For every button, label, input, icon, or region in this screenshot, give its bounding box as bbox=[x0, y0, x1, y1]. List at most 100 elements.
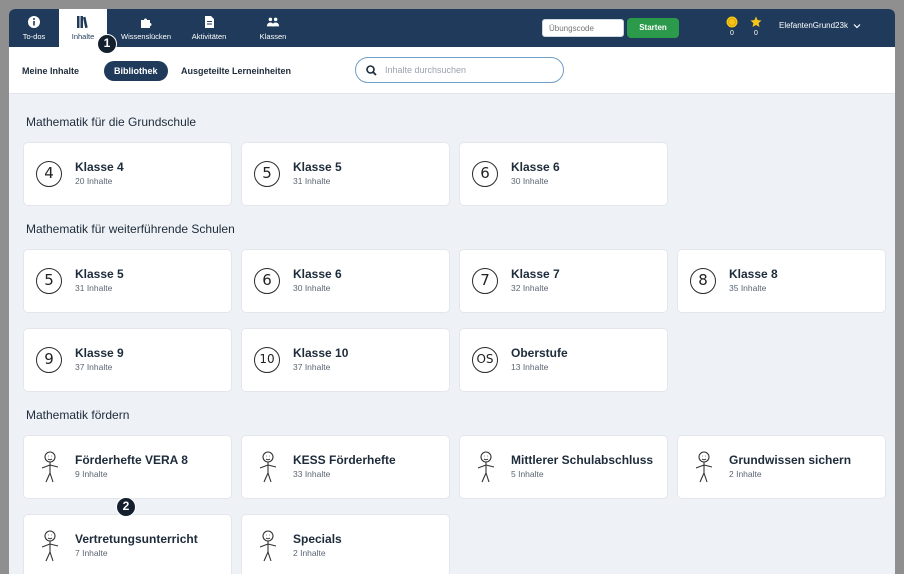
card-title: Klasse 4 bbox=[75, 160, 124, 174]
grade-badge: 9 bbox=[36, 347, 62, 373]
coins-counter: 0 bbox=[725, 16, 739, 37]
card-title: Mittlerer Schulabschluss bbox=[511, 453, 654, 467]
stick-figure-icon bbox=[259, 530, 277, 562]
search-placeholder: Inhalte durchsuchen bbox=[385, 65, 467, 75]
card-title: Klasse 5 bbox=[75, 267, 124, 281]
people-icon bbox=[266, 17, 280, 27]
nav-label: Inhalte bbox=[71, 32, 95, 41]
nav-label: Klassen bbox=[259, 32, 287, 41]
coins-value: 0 bbox=[730, 30, 734, 37]
grade-badge: 8 bbox=[690, 268, 716, 294]
card-title: Vertretungsunterricht bbox=[75, 532, 198, 546]
nav-wissensluecken[interactable]: Wissenslücken bbox=[113, 9, 179, 47]
nav-label: To-dos bbox=[22, 32, 46, 41]
card-count: 30 Inhalte bbox=[293, 283, 331, 293]
card-grundschule-klasse-6[interactable]: 6 Klasse 6 30 Inhalte bbox=[460, 143, 667, 205]
card-count: 37 Inhalte bbox=[293, 362, 331, 372]
exercise-code-input[interactable] bbox=[542, 19, 624, 37]
card-klasse-9[interactable]: 9 Klasse 9 37 Inhalte bbox=[24, 329, 231, 391]
card-count: 30 Inhalte bbox=[511, 176, 549, 186]
card-vertretungsunterricht[interactable]: Vertretungsunterricht 7 Inhalte bbox=[24, 515, 231, 574]
nav-klassen[interactable]: Klassen bbox=[249, 9, 297, 47]
card-oberstufe[interactable]: OS Oberstufe 13 Inhalte bbox=[460, 329, 667, 391]
card-count: 2 Inhalte bbox=[293, 548, 326, 558]
stars-value: 0 bbox=[754, 30, 758, 37]
card-grundschule-klasse-5[interactable]: 5 Klasse 5 31 Inhalte bbox=[242, 143, 449, 205]
nav-label: Aktivitäten bbox=[191, 32, 227, 41]
search-icon bbox=[366, 64, 377, 76]
card-count: 5 Inhalte bbox=[511, 469, 544, 479]
card-klasse-7[interactable]: 7 Klasse 7 32 Inhalte bbox=[460, 250, 667, 312]
card-count: 37 Inhalte bbox=[75, 362, 113, 372]
card-count: 33 Inhalte bbox=[293, 469, 331, 479]
nav-aktivitaeten[interactable]: Aktivitäten bbox=[185, 9, 233, 47]
card-title: Oberstufe bbox=[511, 346, 568, 360]
card-count: 35 Inhalte bbox=[729, 283, 767, 293]
stick-figure-icon bbox=[41, 530, 59, 562]
app-window: To-dos Inhalte Wissenslücken Aktivitäten… bbox=[9, 9, 895, 574]
document-icon bbox=[205, 16, 214, 28]
content-search-input[interactable]: Inhalte durchsuchen bbox=[355, 57, 564, 83]
section-title-grundschule: Mathematik für die Grundschule bbox=[26, 115, 197, 129]
card-grundschule-klasse-4[interactable]: 4 Klasse 4 20 Inhalte bbox=[24, 143, 231, 205]
card-count: 32 Inhalte bbox=[511, 283, 549, 293]
chevron-down-icon bbox=[853, 23, 861, 28]
card-title: Klasse 10 bbox=[293, 346, 349, 360]
card-count: 20 Inhalte bbox=[75, 176, 113, 186]
grade-badge: 4 bbox=[36, 161, 62, 187]
section-title-mathematik-foerdern: Mathematik fördern bbox=[26, 408, 130, 422]
card-title: Klasse 6 bbox=[293, 267, 342, 281]
tab-meine-inhalte[interactable]: Meine Inhalte bbox=[22, 61, 79, 81]
card-title: Klasse 8 bbox=[729, 267, 778, 281]
card-klasse-5[interactable]: 5 Klasse 5 31 Inhalte bbox=[24, 250, 231, 312]
stick-figure-icon bbox=[41, 451, 59, 483]
info-icon bbox=[28, 16, 40, 28]
card-title: Klasse 6 bbox=[511, 160, 560, 174]
card-klasse-10[interactable]: 10 Klasse 10 37 Inhalte bbox=[242, 329, 449, 391]
user-menu[interactable]: ElefantenGrund23k bbox=[779, 21, 861, 30]
card-title: Klasse 7 bbox=[511, 267, 560, 281]
star-icon bbox=[750, 16, 762, 27]
card-title: Förderhefte VERA 8 bbox=[75, 453, 188, 467]
grade-badge: 5 bbox=[36, 268, 62, 294]
tab-bibliothek[interactable]: Bibliothek bbox=[104, 61, 168, 81]
card-grundwissen-sichern[interactable]: Grundwissen sichern 2 Inhalte bbox=[678, 436, 885, 498]
card-count: 9 Inhalte bbox=[75, 469, 108, 479]
callout-badge-2: 2 bbox=[116, 497, 136, 517]
card-count: 31 Inhalte bbox=[293, 176, 331, 186]
card-klasse-6[interactable]: 6 Klasse 6 30 Inhalte bbox=[242, 250, 449, 312]
card-title: Klasse 5 bbox=[293, 160, 342, 174]
card-title: Klasse 9 bbox=[75, 346, 124, 360]
grade-badge: 7 bbox=[472, 268, 498, 294]
puzzle-icon bbox=[141, 18, 152, 28]
card-title: Grundwissen sichern bbox=[729, 453, 852, 467]
tab-ausgeteilte-lerneinheiten[interactable]: Ausgeteilte Lerneinheiten bbox=[181, 61, 291, 81]
card-count: 2 Inhalte bbox=[729, 469, 762, 479]
start-button[interactable]: Starten bbox=[627, 18, 679, 38]
grade-badge: 6 bbox=[472, 161, 498, 187]
top-navigation-bar: To-dos Inhalte Wissenslücken Aktivitäten… bbox=[9, 9, 895, 47]
card-klasse-8[interactable]: 8 Klasse 8 35 Inhalte bbox=[678, 250, 885, 312]
callout-badge-1: 1 bbox=[97, 34, 117, 54]
content-subnav: Meine Inhalte Bibliothek Ausgeteilte Ler… bbox=[9, 47, 895, 94]
card-kess-foerderhefte[interactable]: KESS Förderhefte 33 Inhalte bbox=[242, 436, 449, 498]
nav-todos[interactable]: To-dos bbox=[9, 9, 59, 47]
grade-badge: 6 bbox=[254, 268, 280, 294]
grade-badge: 10 bbox=[254, 347, 280, 373]
card-specials[interactable]: Specials 2 Inhalte bbox=[242, 515, 449, 574]
card-mittlerer-schulabschluss[interactable]: Mittlerer Schulabschluss 5 Inhalte bbox=[460, 436, 667, 498]
card-count: 7 Inhalte bbox=[75, 548, 108, 558]
grade-badge: OS bbox=[472, 347, 498, 373]
card-foerderhefte-vera-8[interactable]: Förderhefte VERA 8 9 Inhalte bbox=[24, 436, 231, 498]
coin-icon bbox=[726, 16, 738, 28]
stick-figure-icon bbox=[477, 451, 495, 483]
nav-label: Wissenslücken bbox=[120, 32, 172, 41]
card-count: 31 Inhalte bbox=[75, 283, 113, 293]
grade-badge: 5 bbox=[254, 161, 280, 187]
stick-figure-icon bbox=[259, 451, 277, 483]
library-icon bbox=[77, 16, 88, 29]
card-count: 13 Inhalte bbox=[511, 362, 549, 372]
section-title-weiterfuehrende-schulen: Mathematik für weiterführende Schulen bbox=[26, 222, 235, 236]
stick-figure-icon bbox=[695, 451, 713, 483]
stars-counter: 0 bbox=[749, 16, 763, 37]
